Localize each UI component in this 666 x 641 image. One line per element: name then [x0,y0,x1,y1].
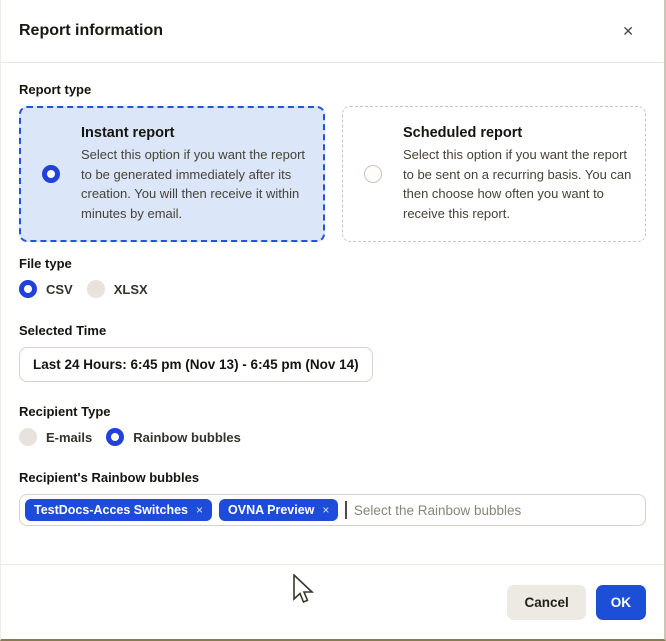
file-type-option-csv[interactable]: CSV [19,280,73,298]
tag-label: OVNA Preview [228,503,314,517]
dialog-title: Report information [19,22,163,40]
scheduled-report-title: Scheduled report [403,125,633,141]
text-caret [345,501,347,519]
xlsx-radio[interactable] [87,280,105,298]
scheduled-report-description: Select this option if you want the repor… [403,145,633,223]
file-type-options: CSV XLSX [19,280,646,298]
instant-report-title: Instant report [81,125,311,141]
rainbow-bubbles-radio-label: Rainbow bubbles [133,430,241,445]
xlsx-radio-label: XLSX [114,282,148,297]
ok-button[interactable]: OK [596,585,646,620]
scheduled-radio-col [343,165,403,183]
report-type-option-scheduled[interactable]: Scheduled report Select this option if y… [342,106,646,242]
file-type-option-xlsx[interactable]: XLSX [87,280,148,298]
instant-card-content: Instant report Select this option if you… [81,110,323,238]
cancel-button[interactable]: Cancel [507,585,585,620]
recipient-type-option-rainbow-bubbles[interactable]: Rainbow bubbles [106,428,241,446]
recipients-label: Recipient's Rainbow bubbles [19,470,646,485]
instant-report-description: Select this option if you want the repor… [81,145,311,223]
recipient-type-option-emails[interactable]: E-mails [19,428,92,446]
tag-label: TestDocs-Acces Switches [34,503,188,517]
selected-time-label: Selected Time [19,323,646,338]
rainbow-bubbles-search-input[interactable] [354,503,640,518]
csv-radio-label: CSV [46,282,73,297]
emails-radio-label: E-mails [46,430,92,445]
recipient-type-label: Recipient Type [19,404,646,419]
dialog-header: Report information ✕ [1,0,664,63]
selected-time-value[interactable]: Last 24 Hours: 6:45 pm (Nov 13) - 6:45 p… [19,347,373,382]
csv-radio[interactable] [19,280,37,298]
report-type-option-instant[interactable]: Instant report Select this option if you… [19,106,325,242]
instant-report-radio[interactable] [42,165,60,183]
rainbow-bubbles-select[interactable]: TestDocs-Acces Switches × OVNA Preview × [19,494,646,526]
rainbow-bubbles-radio[interactable] [106,428,124,446]
report-information-dialog: Report information ✕ Report type Instant… [0,0,666,641]
scheduled-card-content: Scheduled report Select this option if y… [403,110,645,238]
close-icon[interactable]: ✕ [618,20,638,42]
dialog-footer: Cancel OK [1,564,664,639]
scheduled-report-radio[interactable] [364,165,382,183]
instant-radio-col [21,165,81,183]
emails-radio[interactable] [19,428,37,446]
file-type-label: File type [19,256,646,271]
tag-testdocs-acces-switches[interactable]: TestDocs-Acces Switches × [25,499,212,521]
tag-remove-icon[interactable]: × [322,503,329,517]
report-type-label: Report type [19,82,646,97]
dialog-body: Report type Instant report Select this o… [1,63,664,526]
tag-ovna-preview[interactable]: OVNA Preview × [219,499,338,521]
report-type-options: Instant report Select this option if you… [19,106,646,242]
recipient-type-options: E-mails Rainbow bubbles [19,428,646,446]
tag-remove-icon[interactable]: × [196,503,203,517]
